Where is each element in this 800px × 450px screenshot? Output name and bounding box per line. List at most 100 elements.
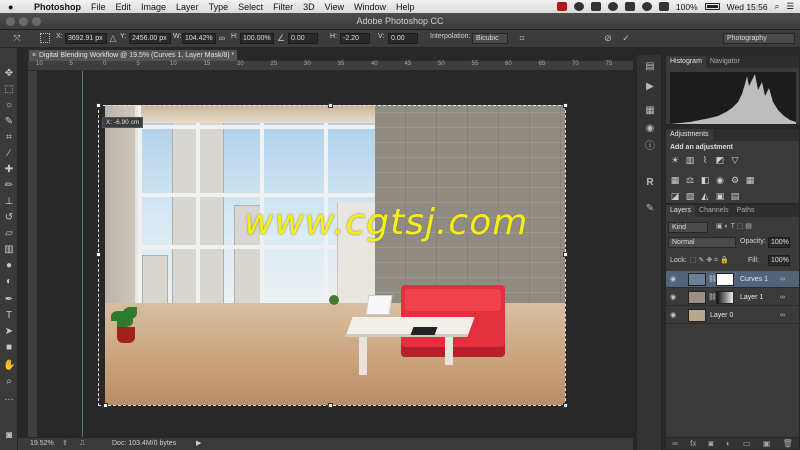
transform-handle[interactable] <box>96 252 101 257</box>
crop-icon[interactable]: ⌗ <box>3 132 15 144</box>
quick-mask-icon[interactable]: ◙ <box>3 430 15 442</box>
menu-edit[interactable]: Edit <box>116 2 132 12</box>
layer-link-icon[interactable]: ∞ <box>780 271 785 288</box>
properties-panel-icon[interactable]: ◉ <box>644 123 656 135</box>
vskew-field[interactable]: 0.00 <box>388 33 418 44</box>
filter-icons[interactable]: ▣ ◐ T ⬚ ▤ <box>716 222 752 230</box>
clock[interactable]: Wed 15:56 <box>727 2 768 12</box>
menu-window[interactable]: Window <box>354 2 386 12</box>
volume-icon[interactable] <box>658 2 669 11</box>
angle-field[interactable]: 0.00 <box>288 33 318 44</box>
type-icon[interactable]: T <box>3 310 15 322</box>
menu-3d[interactable]: 3D <box>303 2 315 12</box>
filter-kind-select[interactable]: Kind <box>668 222 708 233</box>
invert-icon[interactable]: ◪ <box>670 191 680 201</box>
layer-row-layer1[interactable]: ◉ ⛓ Layer 1 ∞ <box>666 289 799 306</box>
layer-row-layer0[interactable]: ◉ Layer 0 ∞ <box>666 307 799 324</box>
battery-icon[interactable] <box>704 3 720 10</box>
opacity-field[interactable]: 100% <box>768 237 790 248</box>
threshold-icon[interactable]: ◭ <box>700 191 710 201</box>
brush-icon[interactable]: ✏ <box>3 180 15 192</box>
lock-icons[interactable]: ⬚ ✎ ✥ ⌗ 🔒 <box>690 256 729 265</box>
move-tool-icon[interactable]: ✥ <box>3 68 15 80</box>
color-lookup-icon[interactable]: ▦ <box>745 175 755 185</box>
interpolation-select[interactable]: Bicubic <box>472 33 508 44</box>
hand-icon[interactable]: ✋ <box>3 360 15 372</box>
menu-layer[interactable]: Layer <box>176 2 199 12</box>
exposure-icon[interactable]: ◩ <box>715 155 725 165</box>
visibility-eye-icon[interactable]: ◉ <box>670 307 676 324</box>
menu-select[interactable]: Select <box>238 2 263 12</box>
workspace-select[interactable]: Photography <box>723 33 795 44</box>
quick-select-icon[interactable]: ✎ <box>3 116 15 128</box>
swatches-panel-icon[interactable]: ✎ <box>644 203 656 215</box>
wifi-icon[interactable] <box>641 2 652 11</box>
eraser-icon[interactable]: ▱ <box>3 228 15 240</box>
menu-image[interactable]: Image <box>141 2 166 12</box>
link-layers-icon[interactable]: ∞ <box>672 439 678 448</box>
healing-icon[interactable]: ✚ <box>3 164 15 176</box>
blur-icon[interactable]: ● <box>3 260 15 272</box>
layer-name[interactable]: Layer 0 <box>710 307 733 324</box>
x-field[interactable]: 3692.91 px <box>65 33 107 44</box>
stamp-icon[interactable]: ⊥ <box>3 196 15 208</box>
menu-help[interactable]: Help <box>396 2 415 12</box>
y-field[interactable]: 2456.00 px <box>129 33 171 44</box>
status-menu-arrow[interactable]: ▶ <box>196 438 201 450</box>
raw-panel-icon[interactable]: R <box>644 177 656 189</box>
menu-filter[interactable]: Filter <box>273 2 293 12</box>
zoom-level[interactable]: 19.52% <box>30 438 54 450</box>
history-brush-icon[interactable]: ↺ <box>3 212 15 224</box>
canvas-area[interactable]: www.cgtsj.com X: -6.90 cm <box>38 71 633 437</box>
close-tab-icon[interactable]: × <box>32 50 36 61</box>
cancel-transform-icon[interactable]: ⊘ <box>603 33 613 43</box>
menu-type[interactable]: Type <box>209 2 229 12</box>
mask-thumb[interactable] <box>716 273 734 286</box>
vibrance-icon[interactable]: ▽ <box>730 155 740 165</box>
add-mask-icon[interactable]: ◙ <box>709 439 714 448</box>
eyedropper-icon[interactable]: ⁄ <box>3 148 15 160</box>
new-layer-icon[interactable]: ▣ <box>763 439 771 448</box>
commit-transform-icon[interactable]: ✓ <box>621 33 631 43</box>
marquee-icon[interactable]: ⬚ <box>3 84 15 96</box>
spotlight-icon[interactable]: ⌕ <box>775 1 780 12</box>
apple-icon[interactable]: ● <box>8 2 22 12</box>
reference-point-icon[interactable] <box>40 33 50 43</box>
fx-icon[interactable]: fx <box>690 439 696 448</box>
gradient-icon[interactable]: ▥ <box>3 244 15 256</box>
more-tools-icon[interactable]: … <box>3 392 15 404</box>
actions-panel-icon[interactable]: ▶ <box>644 81 656 93</box>
link-icon[interactable]: ∞ <box>217 33 227 43</box>
tab-channels[interactable]: Channels <box>695 205 733 217</box>
menu-file[interactable]: File <box>91 2 106 12</box>
zoom-icon[interactable]: ⌕ <box>3 376 15 388</box>
layer-row-curves[interactable]: ◉ ⛓ Curves 1 ∞ <box>666 271 799 288</box>
tab-histogram[interactable]: Histogram <box>666 56 706 68</box>
lasso-icon[interactable]: ○ <box>3 100 15 112</box>
rectangle-icon[interactable]: ■ <box>3 342 15 354</box>
timeline-icon[interactable]: ⎍ <box>80 438 85 450</box>
info-panel-icon[interactable]: ⓘ <box>644 141 656 153</box>
mask-thumb[interactable] <box>716 291 734 304</box>
brightness-icon[interactable]: ☀ <box>670 155 680 165</box>
hue-saturation-icon[interactable]: ▦ <box>670 175 680 185</box>
menu-view[interactable]: View <box>325 2 344 12</box>
blend-mode-select[interactable]: Normal <box>668 237 736 248</box>
vertical-ruler[interactable] <box>28 71 38 437</box>
trash-icon[interactable]: 🗑 <box>783 439 793 448</box>
dodge-icon[interactable]: ◐ <box>3 276 15 288</box>
layer-name[interactable]: Curves 1 <box>740 271 768 288</box>
pen-icon[interactable]: ✒ <box>3 294 15 306</box>
warp-icon[interactable]: ⌗ <box>517 33 527 43</box>
selective-color-icon[interactable]: ▣ <box>715 191 725 201</box>
document-image[interactable] <box>105 105 565 405</box>
record-icon[interactable] <box>556 2 567 11</box>
guide-line[interactable] <box>82 71 83 437</box>
curves-icon[interactable]: ⌇ <box>700 155 710 165</box>
channel-mixer-icon[interactable]: ⚙ <box>730 175 740 185</box>
tab-adjustments[interactable]: Adjustments <box>666 129 713 141</box>
h-field[interactable]: 100.00% <box>240 33 274 44</box>
share-icon[interactable]: ⇪ <box>62 438 68 450</box>
new-adjustment-icon[interactable]: ◐ <box>726 439 731 448</box>
visibility-eye-icon[interactable]: ◉ <box>670 289 676 306</box>
